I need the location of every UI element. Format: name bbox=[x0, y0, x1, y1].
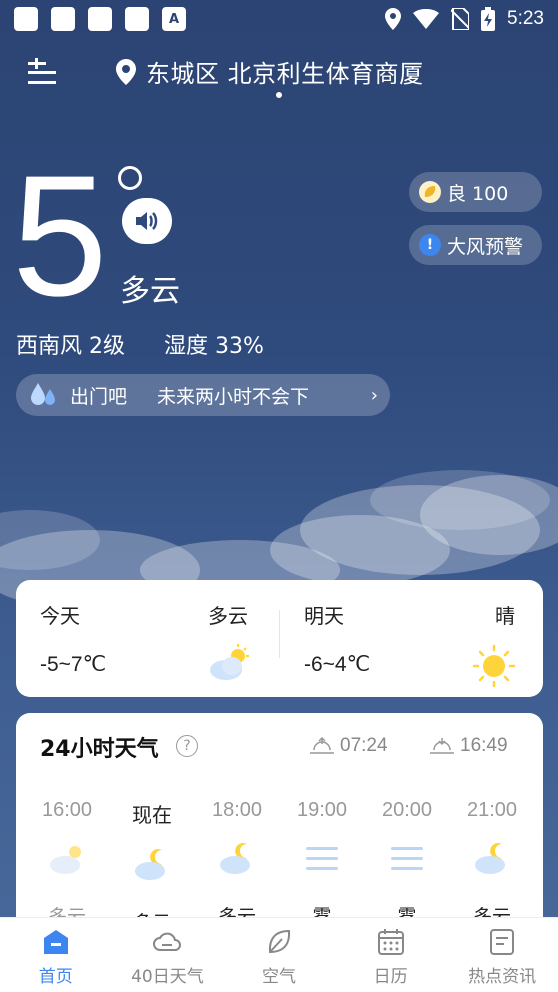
hour-item[interactable]: 现在 多云 bbox=[109, 799, 195, 935]
notification-icon bbox=[125, 7, 149, 31]
partly-cloudy-night-icon bbox=[475, 843, 505, 874]
partly-cloudy-day-icon bbox=[50, 846, 81, 874]
chevron-right-icon: › bbox=[370, 384, 378, 406]
sunrise-info: 07:24 bbox=[310, 735, 388, 757]
status-bar: A 5:23 bbox=[0, 0, 558, 38]
hour-item[interactable]: 20:00 雾 bbox=[364, 799, 450, 929]
battery-charging-icon bbox=[481, 7, 496, 31]
help-icon[interactable]: ? bbox=[176, 735, 198, 757]
aqi-badge[interactable]: 良 100 bbox=[409, 172, 542, 212]
aqi-label: 良 100 bbox=[447, 182, 509, 205]
current-condition: 多云 bbox=[120, 274, 180, 309]
hour-item[interactable]: 16:00 多云 bbox=[24, 799, 110, 929]
notification-icon bbox=[51, 7, 75, 31]
notification-icon bbox=[14, 7, 38, 31]
notification-icon bbox=[88, 7, 112, 31]
bottom-navigation: 首页 40日天气 空气 日历 热点资讯 bbox=[0, 917, 558, 992]
divider bbox=[279, 610, 280, 658]
home-icon bbox=[43, 930, 68, 954]
hour-time: 21:00 bbox=[466, 799, 518, 821]
hour-item[interactable]: 18:00 多云 bbox=[194, 799, 280, 929]
hour-item[interactable]: 19:00 雾 bbox=[279, 799, 365, 929]
rain-forecast-bar[interactable]: 出门吧 未来两小时不会下 › bbox=[16, 374, 390, 416]
sunny-icon bbox=[472, 644, 516, 688]
current-temperature: 5 bbox=[12, 140, 108, 332]
speaker-icon bbox=[136, 212, 158, 230]
nav-label: 首页 bbox=[38, 967, 73, 987]
hourly-title: 24小时天气 bbox=[40, 737, 159, 762]
tomorrow-label: 明天 bbox=[304, 604, 344, 628]
top-bar: 东城区 北京利生体育商厦 bbox=[0, 48, 558, 100]
raindrop-icon bbox=[31, 383, 55, 405]
fog-icon bbox=[306, 847, 338, 870]
wind-info: 西南风 2级 bbox=[16, 334, 125, 359]
hour-time: 19:00 bbox=[296, 799, 348, 821]
sunset-icon bbox=[430, 738, 454, 754]
nav-home[interactable]: 首页 bbox=[0, 918, 112, 992]
hour-time: 现在 bbox=[132, 805, 172, 827]
nav-label: 空气 bbox=[261, 967, 296, 987]
sunset-info: 16:49 bbox=[430, 735, 508, 757]
clock: 5:23 bbox=[507, 8, 544, 29]
wifi-icon bbox=[413, 9, 440, 29]
degree-symbol bbox=[118, 166, 142, 190]
today-label: 今天 bbox=[40, 604, 80, 628]
location-pin-icon bbox=[116, 58, 136, 85]
hour-item[interactable]: 21:00 多云 bbox=[449, 799, 535, 929]
no-sim-icon bbox=[451, 8, 470, 30]
nav-air[interactable]: 空气 bbox=[223, 918, 335, 992]
nav-news[interactable]: 热点资讯 bbox=[446, 918, 558, 992]
partly-cloudy-night-icon bbox=[135, 849, 165, 880]
voice-broadcast-button[interactable] bbox=[122, 198, 172, 244]
font-badge: A bbox=[168, 11, 180, 27]
location-status-icon bbox=[385, 8, 402, 30]
calendar-icon bbox=[377, 929, 404, 955]
today-temp: -5~7℃ bbox=[40, 653, 107, 676]
cloud-icon bbox=[153, 932, 182, 951]
today-condition: 多云 bbox=[208, 604, 248, 628]
rain-notice-right: 未来两小时不会下 bbox=[157, 385, 310, 408]
sunrise-icon bbox=[310, 736, 334, 754]
sunset-time: 16:49 bbox=[460, 735, 508, 756]
leaf-icon bbox=[419, 181, 441, 203]
fog-icon bbox=[391, 847, 423, 870]
partly-cloudy-night-icon bbox=[220, 843, 250, 874]
hour-time: 16:00 bbox=[41, 799, 93, 821]
rain-notice-left: 出门吧 bbox=[70, 385, 128, 408]
daily-summary-card[interactable]: 今天 多云 -5~7℃ 明天 晴 -6~4℃ bbox=[16, 580, 543, 697]
nav-label: 40日天气 bbox=[131, 967, 204, 987]
partly-cloudy-icon bbox=[210, 644, 249, 680]
city-manage-icon[interactable] bbox=[26, 58, 58, 88]
location-name: 东城区 北京利生体育商厦 bbox=[146, 60, 424, 88]
nav-label: 热点资讯 bbox=[468, 967, 537, 987]
hour-time: 18:00 bbox=[211, 799, 263, 821]
nav-calendar[interactable]: 日历 bbox=[335, 918, 447, 992]
nav-40day[interactable]: 40日天气 bbox=[112, 918, 224, 992]
hour-time: 20:00 bbox=[381, 799, 433, 821]
nav-label: 日历 bbox=[373, 967, 408, 987]
warning-label: 大风预警 bbox=[447, 235, 524, 258]
wind-warning-badge[interactable]: ! 大风预警 bbox=[409, 225, 542, 265]
page-indicator bbox=[276, 92, 282, 98]
location-selector[interactable]: 东城区 北京利生体育商厦 bbox=[116, 54, 424, 89]
tomorrow-condition: 晴 bbox=[495, 604, 515, 628]
humidity-info: 湿度 33% bbox=[164, 334, 264, 359]
font-notification-icon: A bbox=[162, 7, 186, 31]
tomorrow-temp: -6~4℃ bbox=[304, 653, 371, 676]
leaf-icon bbox=[268, 929, 290, 954]
sunrise-time: 07:24 bbox=[340, 735, 388, 756]
alert-icon: ! bbox=[419, 234, 441, 256]
news-icon bbox=[490, 929, 515, 955]
